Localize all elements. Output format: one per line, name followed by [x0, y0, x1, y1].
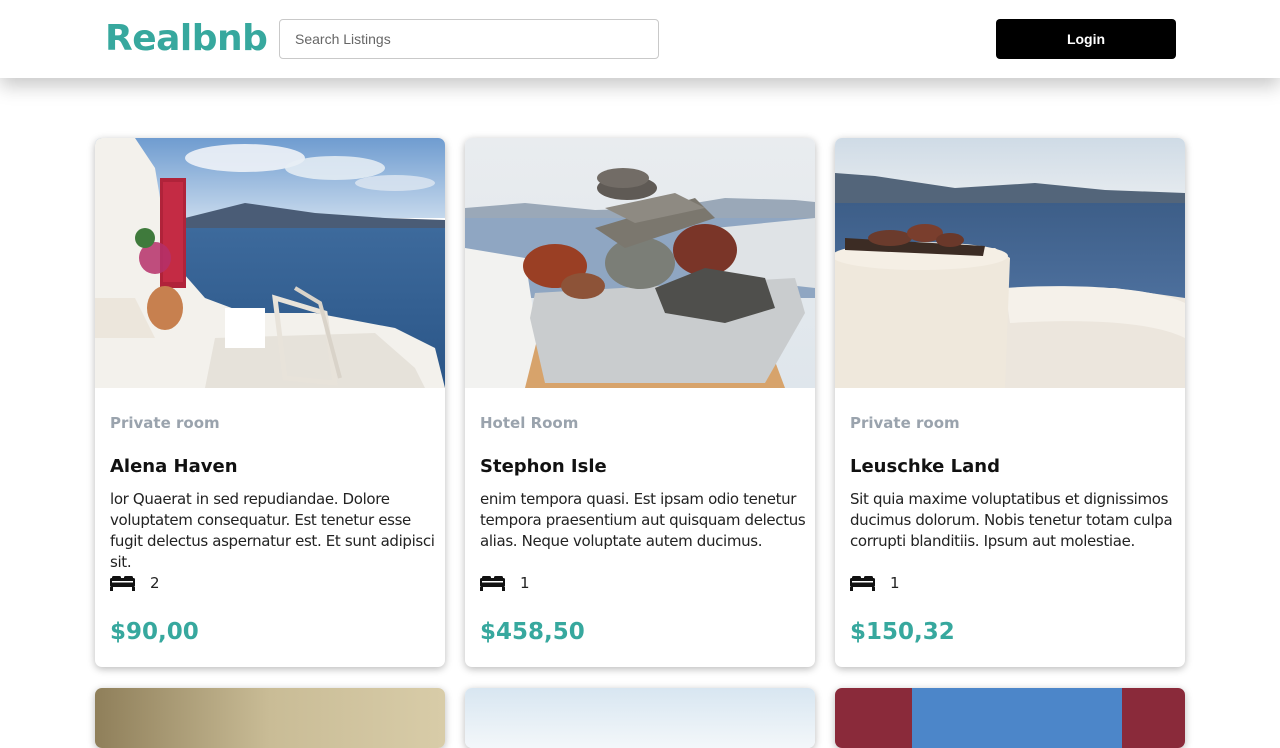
listing-photo[interactable] [95, 138, 445, 388]
listing-price: $150,32 [850, 619, 955, 645]
listing-price: $458,50 [480, 619, 585, 645]
room-type: Private room [850, 414, 960, 432]
listing-photo[interactable] [465, 138, 815, 388]
listing-description: Sit quia maxime voluptatibus et dignissi… [850, 490, 1173, 550]
logo[interactable]: Realbnb [105, 18, 268, 59]
listing-card[interactable]: Hotel Room Stephon Isle enim tempora qua… [465, 138, 815, 667]
listing-card-partial[interactable] [835, 688, 1185, 748]
bed-icon [850, 576, 875, 591]
top-nav: Realbnb Login [0, 0, 1280, 78]
listing-card[interactable]: Private room Leuschke Land Sit quia maxi… [835, 138, 1185, 667]
listing-card-partial[interactable] [465, 688, 815, 748]
room-type: Hotel Room [480, 414, 579, 432]
listing-price: $90,00 [110, 619, 199, 645]
bed-count: 2 [150, 574, 160, 592]
bed-count: 1 [890, 574, 900, 592]
bed-icon [110, 576, 135, 591]
search-input[interactable] [279, 19, 659, 59]
listing-description: lor Quaerat in sed repudiandae. Dolore v… [110, 490, 435, 571]
login-button[interactable]: Login [996, 19, 1176, 59]
listing-description: enim tempora quasi. Est ipsam odio tenet… [480, 490, 806, 550]
listing-card-partial[interactable] [95, 688, 445, 748]
bed-count: 1 [520, 574, 530, 592]
bed-icon [480, 576, 505, 591]
listing-card[interactable]: Private room Alena Haven lor Quaerat in … [95, 138, 445, 667]
room-type: Private room [110, 414, 220, 432]
listing-name[interactable]: Stephon Isle [480, 456, 607, 477]
listing-name[interactable]: Alena Haven [110, 456, 238, 477]
listing-name[interactable]: Leuschke Land [850, 456, 1000, 477]
listing-photo[interactable] [835, 138, 1185, 388]
